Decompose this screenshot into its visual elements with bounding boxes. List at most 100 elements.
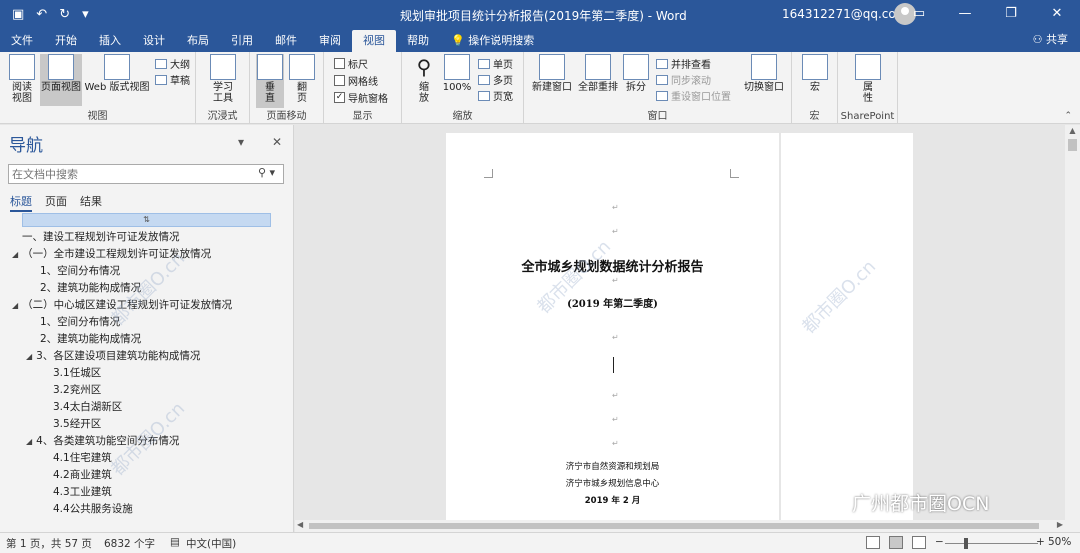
language-status[interactable]: 中文(中国) — [186, 536, 236, 551]
collapse-triangle-icon[interactable]: ◢ — [26, 352, 32, 361]
list-item[interactable]: 4.2商业建筑 — [53, 467, 112, 482]
tab-mailings[interactable]: 邮件 — [264, 30, 308, 52]
tab-help[interactable]: 帮助 — [396, 30, 440, 52]
read-mode-button[interactable]: 阅读 视图 — [6, 54, 38, 104]
collapse-ribbon-icon[interactable]: ⌃ — [1064, 111, 1072, 121]
navigation-pane-checkbox[interactable]: ✓ 导航窗格 — [334, 90, 388, 105]
list-item[interactable]: ◢ 3、各区建设项目建筑功能构成情况 — [26, 348, 200, 363]
list-item[interactable]: 4.3工业建筑 — [53, 484, 112, 499]
list-item[interactable]: 2、建筑功能构成情况 — [40, 331, 141, 346]
properties-button[interactable]: 属 性 — [854, 54, 882, 104]
sync-scroll-button[interactable]: 同步滚动 — [656, 72, 711, 87]
page-count[interactable]: 第 1 页，共 57 页 — [6, 536, 92, 551]
list-item[interactable]: 一、建设工程规划许可证发放情况 — [22, 229, 180, 244]
tab-review[interactable]: 审阅 — [308, 30, 352, 52]
scroll-up-icon[interactable]: ▲ — [1065, 126, 1080, 135]
zoom-slider[interactable] — [945, 543, 1038, 544]
share-button[interactable]: ⚇ 共享 — [1033, 31, 1068, 47]
proofing-icon[interactable]: ▤ — [170, 536, 180, 548]
search-icon[interactable]: ⚲ ▾ — [258, 166, 275, 179]
list-item[interactable]: ◢ 4、各类建筑功能空间分布情况 — [26, 433, 179, 448]
restore-icon[interactable]: ❐ — [988, 0, 1034, 28]
learning-tools-button[interactable]: 学习 工具 — [206, 54, 240, 104]
horizontal-scrollbar[interactable]: ◀ ▶ — [295, 520, 1065, 532]
nav-close-icon[interactable]: ✕ — [272, 135, 282, 149]
draft-button[interactable]: 草稿 — [155, 72, 190, 87]
tab-references[interactable]: 引用 — [220, 30, 264, 52]
vertical-button[interactable]: 垂 直 — [256, 54, 284, 108]
switch-windows-button[interactable]: 切换窗口 — [742, 54, 786, 93]
list-item[interactable]: 1、空间分布情况 — [40, 263, 120, 278]
outline-button[interactable]: 大纲 — [155, 56, 190, 71]
scroll-thumb[interactable] — [1068, 139, 1077, 151]
list-item[interactable]: 3.4太白湖新区 — [53, 399, 122, 414]
nav-tab-headings[interactable]: 标题 — [10, 193, 32, 212]
undo-icon[interactable]: ↶ — [36, 7, 47, 22]
zoom-level[interactable]: 50% — [1048, 536, 1071, 548]
tab-file[interactable]: 文件 — [0, 30, 44, 52]
split-button[interactable]: 拆分 — [622, 54, 650, 93]
zoom-button[interactable]: ⚲ 缩 放 — [410, 54, 438, 104]
horizontal-scroll-thumb[interactable] — [309, 523, 1039, 529]
list-item[interactable]: 3.5经开区 — [53, 416, 101, 431]
scroll-right-icon[interactable]: ▶ — [1057, 520, 1063, 529]
scroll-left-icon[interactable]: ◀ — [297, 520, 303, 529]
tab-design[interactable]: 设计 — [132, 30, 176, 52]
one-page-button[interactable]: 单页 — [478, 56, 513, 71]
document-org-2[interactable]: 济宁市城乡规划信息中心 — [446, 477, 779, 489]
nav-search-input[interactable] — [8, 164, 284, 184]
list-item[interactable]: 1、空间分布情况 — [40, 314, 120, 329]
zoom-in-icon[interactable]: + — [1036, 536, 1045, 548]
web-layout-button[interactable]: Web 版式视图 — [83, 54, 151, 93]
print-layout-view-icon[interactable] — [889, 536, 903, 549]
list-item[interactable]: ◢ （二）中心城区建设工程规划许可证发放情况 — [12, 297, 232, 312]
zoom-100-button[interactable]: 100% — [440, 54, 474, 93]
word-count[interactable]: 6832 个字 — [104, 536, 155, 551]
nav-tab-pages[interactable]: 页面 — [45, 193, 67, 212]
document-title[interactable]: 全市城乡规划数据统计分析报告 — [446, 256, 779, 275]
tab-home[interactable]: 开始 — [44, 30, 88, 52]
read-mode-view-icon[interactable] — [866, 536, 880, 549]
zoom-out-icon[interactable]: − — [935, 536, 944, 548]
document-page[interactable]: ↵ ↵ 全市城乡规划数据统计分析报告 ↵ (2019 年第二季度) ↵ ↵ ↵ … — [446, 133, 779, 532]
document-page-2[interactable]: 都市圈O.cn — [781, 133, 913, 532]
print-layout-button[interactable]: 页面视图 — [40, 54, 82, 106]
macros-button[interactable]: 宏 — [800, 54, 830, 93]
ruler-checkbox[interactable]: 标尺 — [334, 56, 368, 71]
nav-options-icon[interactable]: ▾ — [238, 135, 244, 149]
nav-tab-results[interactable]: 结果 — [80, 193, 102, 212]
tab-tell-me[interactable]: 💡 操作说明搜索 — [440, 30, 545, 52]
save-icon[interactable]: ▣ — [12, 7, 24, 22]
list-item[interactable]: 3.2兖州区 — [53, 382, 101, 397]
customize-icon[interactable]: ▾ — [82, 7, 89, 22]
arrange-all-button[interactable]: 全部重排 — [576, 54, 620, 93]
list-item[interactable]: 2、建筑功能构成情况 — [40, 280, 141, 295]
page-width-button[interactable]: 页宽 — [478, 88, 513, 103]
tab-layout[interactable]: 布局 — [176, 30, 220, 52]
collapse-triangle-icon[interactable]: ◢ — [12, 301, 18, 310]
list-item[interactable]: 3.1任城区 — [53, 365, 101, 380]
reset-window-button[interactable]: 重设窗口位置 — [656, 88, 731, 103]
collapse-triangle-icon[interactable]: ◢ — [26, 437, 32, 446]
web-layout-view-icon[interactable] — [912, 536, 926, 549]
nav-top-heading[interactable]: ⇅ — [22, 213, 271, 227]
vertical-scrollbar[interactable]: ▲ — [1065, 125, 1080, 532]
list-item[interactable]: 4.4公共服务设施 — [53, 501, 133, 516]
document-subtitle[interactable]: (2019 年第二季度) — [446, 295, 779, 310]
list-item[interactable]: 4.1住宅建筑 — [53, 450, 112, 465]
gridlines-checkbox[interactable]: 网格线 — [334, 73, 378, 88]
collapse-triangle-icon[interactable]: ◢ — [12, 250, 18, 259]
document-area[interactable]: ↵ ↵ 全市城乡规划数据统计分析报告 ↵ (2019 年第二季度) ↵ ↵ ↵ … — [295, 125, 1065, 532]
tab-view[interactable]: 视图 — [352, 30, 396, 52]
new-window-button[interactable]: 新建窗口 — [530, 54, 574, 93]
tab-insert[interactable]: 插入 — [88, 30, 132, 52]
redo-icon[interactable]: ↻ — [59, 7, 70, 22]
document-date[interactable]: 2019 年 2 月 — [446, 494, 779, 506]
view-side-by-side-button[interactable]: 并排查看 — [656, 56, 711, 71]
side-to-side-button[interactable]: 翻 页 — [288, 54, 316, 104]
account-email[interactable]: 164312271@qq.com — [782, 7, 907, 21]
minimize-icon[interactable]: — — [942, 0, 988, 28]
zoom-slider-handle[interactable] — [964, 538, 968, 549]
document-org-1[interactable]: 济宁市自然资源和规划局 — [446, 460, 779, 472]
ribbon-display-icon[interactable]: ▭ — [896, 0, 942, 28]
